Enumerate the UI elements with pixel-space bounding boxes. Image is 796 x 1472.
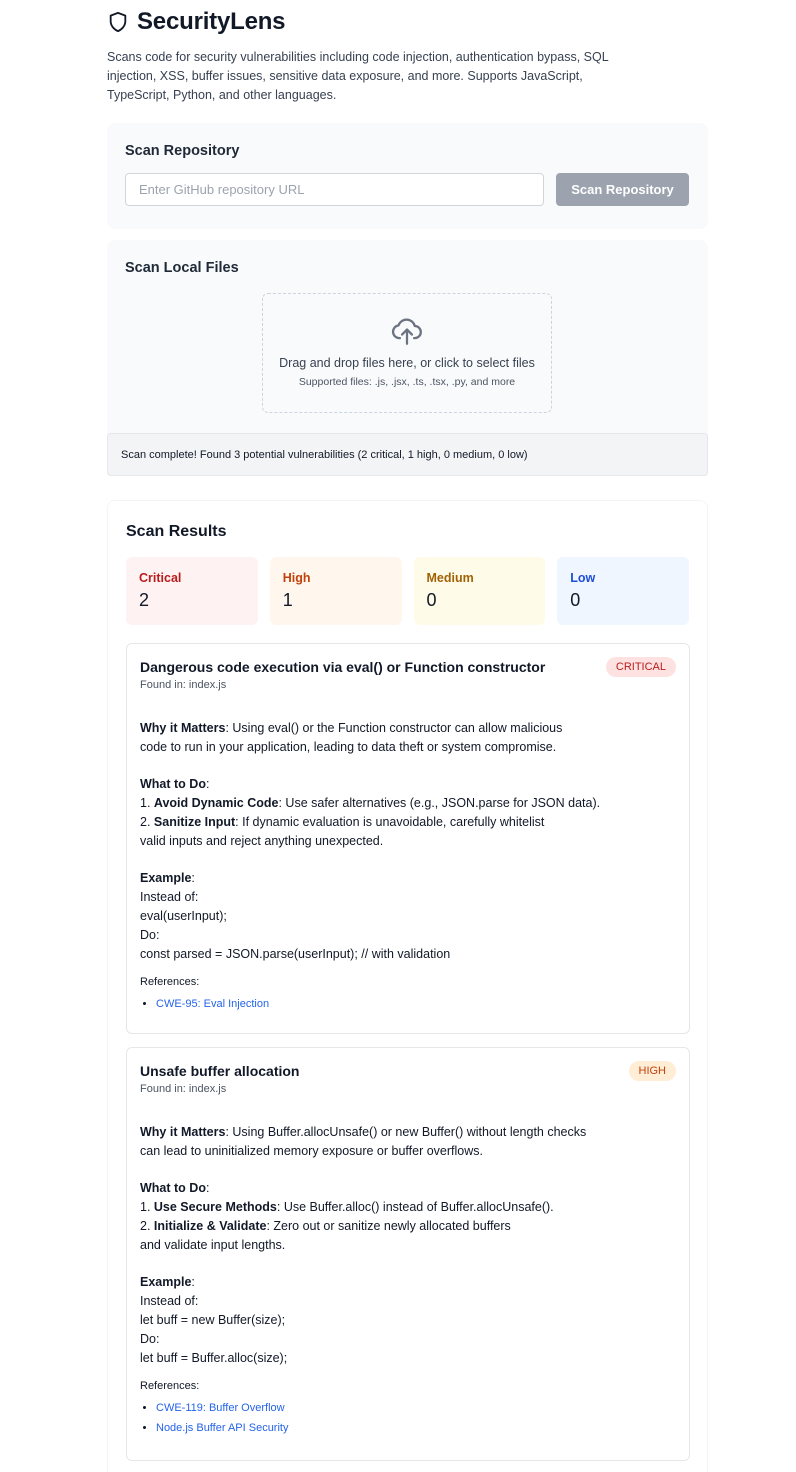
step-label: Avoid Dynamic Code <box>153 796 279 810</box>
why-label: Why it Matters <box>140 1125 226 1139</box>
cloud-upload-icon <box>390 314 424 348</box>
scan-repository-button[interactable]: Scan Repository <box>556 173 689 206</box>
example-colon: : <box>191 871 195 885</box>
example-line: Instead of: <box>140 890 199 904</box>
reference-item: CWE-95: Eval Injection <box>156 998 676 1010</box>
severity-label: Low <box>570 571 596 585</box>
step-label: Use Secure Methods <box>153 1200 277 1214</box>
example-line: let buff = new Buffer(size); <box>140 1313 286 1327</box>
vulnerability-file: Found in: index.js <box>140 1083 227 1095</box>
step-text: : Zero out or sanitize newly allocated b… <box>266 1219 511 1233</box>
severity-label: Critical <box>139 571 182 585</box>
step-number: 2. <box>140 1219 154 1233</box>
example-colon: : <box>191 1275 195 1289</box>
why-label: Why it Matters <box>140 721 226 735</box>
references-label: References: <box>140 1380 200 1392</box>
why-text: can lead to uninitialized memory exposur… <box>140 1144 483 1158</box>
step-text: : Use Buffer.alloc() instead of Buffer.a… <box>276 1200 554 1214</box>
severity-summary: Critical 2 High 1 Medium 0 Low 0 <box>126 557 689 625</box>
severity-card-low: Low 0 <box>557 557 689 625</box>
vulnerability-card: Unsafe buffer allocation HIGH Found in: … <box>126 1047 690 1461</box>
vulnerability-description: Why it Matters: Using eval() or the Func… <box>140 719 676 964</box>
severity-count: 0 <box>570 590 581 610</box>
todo-label: What to Do <box>140 1181 206 1195</box>
severity-label: Medium <box>426 571 474 585</box>
example-line: const parsed = JSON.parse(userInput); //… <box>140 947 451 961</box>
app-description: Scans code for security vulnerabilities … <box>107 50 609 102</box>
severity-badge: CRITICAL <box>605 657 676 677</box>
reference-link[interactable]: CWE-95: Eval Injection <box>156 998 269 1010</box>
file-dropzone[interactable]: Drag and drop files here, or click to se… <box>262 293 552 413</box>
reference-item: Node.js Buffer API Security <box>156 1422 676 1434</box>
app-header: SecurityLens <box>107 0 708 44</box>
severity-label: High <box>282 571 311 585</box>
repo-url-input[interactable] <box>125 173 544 206</box>
example-label: Example <box>140 871 192 885</box>
reference-link[interactable]: CWE-119: Buffer Overflow <box>156 1402 285 1414</box>
scan-local-heading: Scan Local Files <box>125 260 239 276</box>
supported-files-text: Supported files: .js, .jsx, .ts, .tsx, .… <box>298 376 516 388</box>
vulnerability-file: Found in: index.js <box>140 679 227 691</box>
references-list: CWE-95: Eval Injection <box>140 998 676 1010</box>
shield-icon <box>107 11 129 33</box>
example-line: eval(userInput); <box>140 909 227 923</box>
why-text: code to run in your application, leading… <box>140 740 557 754</box>
step-label: Sanitize Input <box>153 815 236 829</box>
vulnerability-description: Why it Matters: Using Buffer.allocUnsafe… <box>140 1123 676 1368</box>
dropzone-text: Drag and drop files here, or click to se… <box>279 356 535 370</box>
scan-results-heading: Scan Results <box>126 523 227 540</box>
severity-count: 2 <box>139 590 150 610</box>
references-list: CWE-119: Buffer Overflow Node.js Buffer … <box>140 1402 676 1434</box>
scan-repository-panel: Scan Repository Scan Repository <box>107 123 708 229</box>
todo-label: What to Do <box>140 777 206 791</box>
vulnerability-title: Dangerous code execution via eval() or F… <box>140 659 546 675</box>
app-container: SecurityLens Scans code for security vul… <box>107 0 708 1472</box>
severity-count: 1 <box>282 590 293 610</box>
why-text: : Using Buffer.allocUnsafe() or new Buff… <box>225 1125 587 1139</box>
step-number: 1. <box>140 796 154 810</box>
severity-badge: HIGH <box>628 1061 676 1081</box>
example-label: Example <box>140 1275 192 1289</box>
severity-card-high: High 1 <box>269 557 402 625</box>
scan-repository-heading: Scan Repository <box>125 143 240 159</box>
step-text: : Use safer alternatives (e.g., JSON.par… <box>278 796 601 810</box>
step-text: : If dynamic evaluation is unavoidable, … <box>235 815 545 829</box>
step-number: 2. <box>140 815 154 829</box>
app-title: SecurityLens <box>137 8 286 35</box>
step-text: and validate input lengths. <box>140 1238 286 1252</box>
reference-link[interactable]: Node.js Buffer API Security <box>156 1422 288 1434</box>
scan-status-message: Scan complete! Found 3 potential vulnera… <box>107 433 708 476</box>
vulnerability-card: Dangerous code execution via eval() or F… <box>126 643 690 1034</box>
repo-input-row: Scan Repository <box>125 173 690 206</box>
references-label: References: <box>140 976 200 988</box>
vulnerability-title: Unsafe buffer allocation <box>140 1063 300 1079</box>
severity-card-medium: Medium 0 <box>413 557 546 625</box>
example-line: Do: <box>140 928 160 942</box>
todo-colon: : <box>205 777 210 791</box>
reference-item: CWE-119: Buffer Overflow <box>156 1402 676 1414</box>
step-text: valid inputs and reject anything unexpec… <box>140 834 384 848</box>
example-line: Instead of: <box>140 1294 199 1308</box>
step-number: 1. <box>140 1200 154 1214</box>
todo-colon: : <box>205 1181 210 1195</box>
step-label: Initialize & Validate <box>153 1219 267 1233</box>
example-line: Do: <box>140 1332 160 1346</box>
why-text: : Using eval() or the Function construct… <box>225 721 563 735</box>
example-line: let buff = Buffer.alloc(size); <box>140 1351 288 1365</box>
severity-card-critical: Critical 2 <box>126 557 258 625</box>
scan-results-section: Scan Results Critical 2 High 1 Medium 0 … <box>107 500 708 1472</box>
severity-count: 0 <box>426 590 437 610</box>
